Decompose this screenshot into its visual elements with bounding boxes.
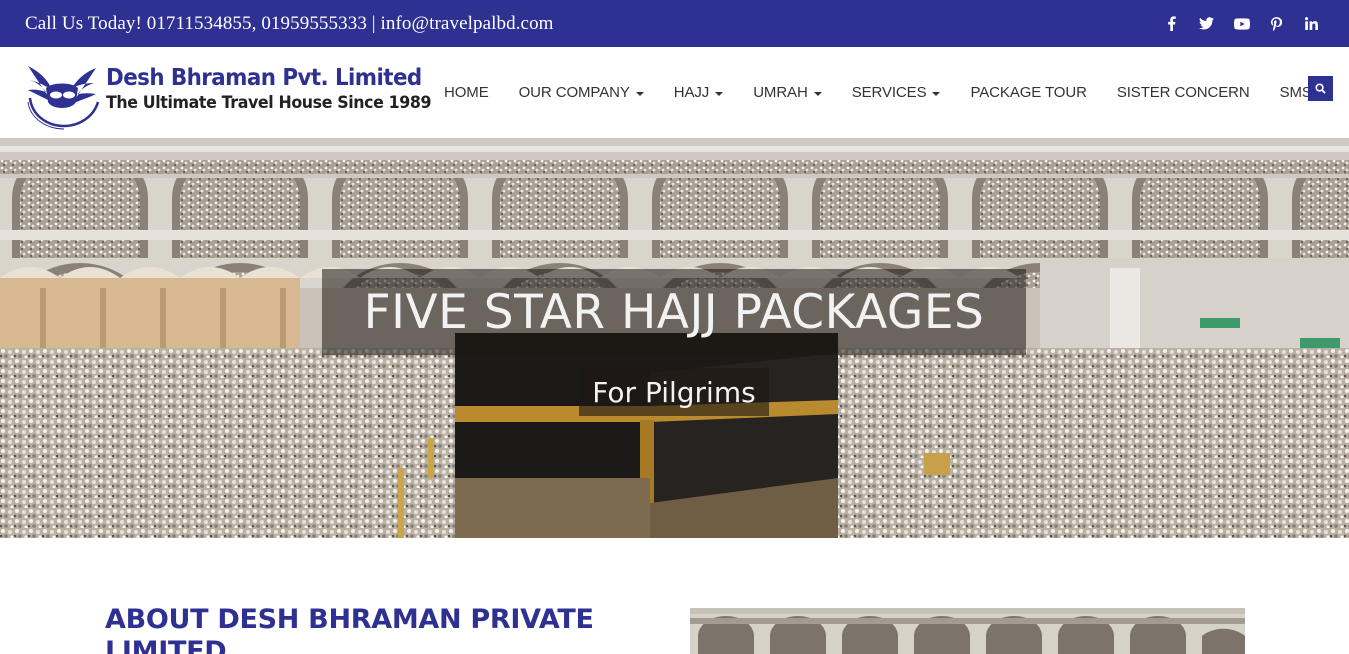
nav-item-label: SMS <box>1279 84 1312 101</box>
brand-name: Desh Bhraman Pvt. Limited <box>106 65 422 91</box>
contact-info: Call Us Today! 01711534855, 01959555333 … <box>25 12 554 34</box>
caret-down-icon <box>715 91 724 96</box>
linkedin-icon[interactable] <box>1294 0 1329 47</box>
nav-item-home[interactable]: HOME <box>429 47 504 138</box>
caret-down-icon <box>635 91 644 96</box>
logo-emblem-icon <box>22 58 102 130</box>
nav-item-label: PACKAGE TOUR <box>970 84 1087 101</box>
nav-item-label: HOME <box>444 84 489 101</box>
logo-text: Desh Bhraman Pvt. Limited The Ultimate T… <box>106 64 456 114</box>
nav-item-label: OUR COMPANY <box>518 84 630 101</box>
caret-down-icon <box>813 91 822 96</box>
hero-subtitle: For Pilgrims <box>579 368 769 416</box>
search-icon <box>1315 83 1326 94</box>
youtube-icon[interactable] <box>1224 0 1259 47</box>
main-navigation: HOME OUR COMPANY HAJJ UMRAH SERVICES PACKAGE … <box>429 47 1327 138</box>
site-header: Desh Bhraman Pvt. Limited The Ultimate T… <box>0 47 1349 138</box>
top-contact-bar: Call Us Today! 01711534855, 01959555333 … <box>0 0 1349 47</box>
pinterest-icon[interactable] <box>1259 0 1294 47</box>
nav-item-sister-concern[interactable]: SISTER CONCERN <box>1102 47 1265 138</box>
search-button[interactable] <box>1308 76 1333 101</box>
caret-down-icon <box>932 91 941 96</box>
hero-slider: FIVE STAR HAJJ PACKAGES For Pilgrims <box>0 138 1349 538</box>
nav-item-package-tour[interactable]: PACKAGE TOUR <box>955 47 1101 138</box>
nav-item-hajj[interactable]: HAJJ <box>659 47 738 138</box>
nav-item-umrah[interactable]: UMRAH <box>738 47 837 138</box>
nav-item-our-company[interactable]: OUR COMPANY <box>504 47 659 138</box>
brand-tagline: The Ultimate Travel House Since 1989 <box>106 93 432 113</box>
facebook-icon[interactable] <box>1154 0 1189 47</box>
nav-item-label: UMRAH <box>753 84 808 101</box>
hero-title: FIVE STAR HAJJ PACKAGES <box>322 269 1026 355</box>
nav-item-services[interactable]: SERVICES <box>837 47 956 138</box>
nav-item-label: SISTER CONCERN <box>1116 84 1250 101</box>
twitter-icon[interactable] <box>1189 0 1224 47</box>
nav-item-label: HAJJ <box>673 84 710 101</box>
nav-item-label: SERVICES <box>851 84 927 101</box>
brand-logo[interactable]: Desh Bhraman Pvt. Limited The Ultimate T… <box>22 58 432 130</box>
social-links <box>1154 0 1329 47</box>
about-image <box>690 608 1245 654</box>
about-heading: ABOUT DESH BHRAMAN PRIVATE LIMITED <box>105 604 594 654</box>
